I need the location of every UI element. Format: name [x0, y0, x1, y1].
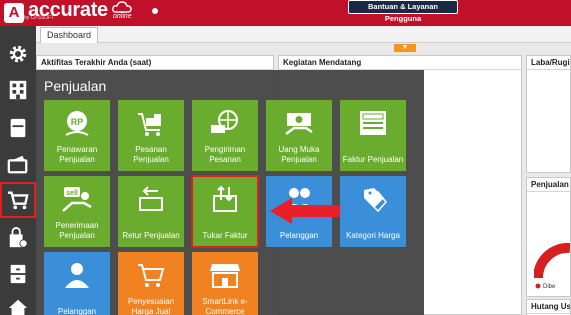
gear-icon — [9, 45, 27, 63]
tile-sales-invoice[interactable]: Faktur Penjualan — [340, 100, 406, 171]
help-support-button[interactable]: Bantuan & Layanan Pengguna — [348, 0, 458, 23]
tab-strip — [36, 26, 571, 43]
brand-edition: online — [113, 13, 132, 20]
app-logo[interactable]: A accurate — [4, 0, 108, 24]
return-icon — [139, 186, 163, 211]
quotation-icon: RP — [65, 111, 89, 136]
panel-receivables-title: Hutang Us — [527, 300, 570, 314]
delivery-globe-icon — [211, 110, 238, 133]
panel-profit-loss-title: Laba/Rugi — [527, 56, 570, 70]
store-icon — [210, 264, 240, 288]
tile-label: Penyesuaian Harga Jual — [127, 297, 175, 315]
sales-invoice-icon — [360, 111, 386, 135]
tile-label: SmartLink e-Commerce — [202, 297, 248, 315]
ledger-book-icon — [10, 118, 26, 138]
tile-label: Tukar Faktur — [202, 231, 248, 240]
panel-receivables: Hutang Us — [526, 299, 571, 315]
tile-label: Pesanan Penjualan — [133, 145, 169, 164]
tile-label: Pelanggan — [279, 231, 319, 240]
svg-text:RP: RP — [71, 117, 84, 127]
top-bar: A accurate by CPSSOFT online Bantuan & L… — [0, 0, 571, 26]
tile-price-category[interactable]: Kategori Harga — [340, 176, 406, 247]
down-payment-icon — [285, 113, 313, 135]
annotation-arrow-icon — [270, 198, 340, 224]
tile-label: Pengiriman Pesanan — [204, 145, 246, 164]
tile-label: Uang Muka Penjualan — [278, 145, 320, 164]
tile-delivery-order[interactable]: Pengiriman Pesanan — [192, 100, 258, 171]
tile-price-adjustment[interactable]: Penyesuaian Harga Jual — [118, 252, 184, 315]
tile-sales-order[interactable]: Pesanan Penjualan — [118, 100, 184, 171]
menu-title: Penjualan — [44, 78, 107, 94]
left-sidebar — [0, 26, 36, 315]
panel-upcoming-title: Kegiatan Mendatang — [279, 56, 521, 70]
sidebar-item-sales[interactable] — [0, 182, 36, 218]
price-tag-icon — [364, 188, 387, 213]
tile-label: Pelanggan — [57, 307, 97, 315]
sales-gauge-chart: Dibe — [534, 242, 570, 290]
tile-sales-return[interactable]: Retur Penjualan — [118, 176, 184, 247]
tile-customer[interactable]: Pelanggan — [44, 252, 110, 315]
brand-sub: by CPSSOFT — [24, 15, 55, 21]
tile-label: Retur Penjualan — [122, 231, 180, 240]
tab-dashboard[interactable]: Dashboard — [40, 27, 99, 43]
svg-text:sell: sell — [66, 190, 78, 197]
tile-sales-receipt[interactable]: sell Penerimaan Penjualan — [44, 176, 110, 247]
tile-invoice-exchange[interactable]: Tukar Faktur — [191, 175, 259, 248]
tile-label: Kategori Harga — [346, 231, 400, 240]
sales-receipt-icon: sell — [62, 187, 92, 212]
sidebar-item-assets[interactable] — [0, 290, 36, 315]
sidebar-item-inventory[interactable] — [0, 256, 36, 292]
cloud-icon — [112, 1, 132, 13]
sidebar-item-company[interactable] — [0, 72, 36, 108]
tile-label: Penerimaan Penjualan — [55, 221, 99, 240]
customer-icon — [65, 263, 89, 288]
notification-dot-icon[interactable] — [152, 8, 158, 14]
app-window: A accurate by CPSSOFT online Bantuan & L… — [0, 0, 571, 315]
tile-sales-down-payment[interactable]: Uang Muka Penjualan — [266, 100, 332, 171]
panel-sales-title: Penjualan — [527, 178, 570, 192]
sidebar-item-purchase[interactable] — [0, 220, 36, 256]
cabinet-icon — [10, 264, 26, 284]
tile-label: Faktur Penjualan — [342, 155, 404, 164]
panel-recent-activity-title: Aktifitas Terakhir Anda (saat) — [37, 56, 273, 70]
accurate-logo-mark-icon: A — [4, 3, 24, 23]
wallet-icon — [7, 155, 28, 174]
sales-menu-overlay: Penjualan RP Penawaran Penjualan Pesanan… — [36, 70, 424, 315]
panel-recent-activity: Aktifitas Terakhir Anda (saat) — [36, 55, 274, 71]
panel-profit-loss: Laba/Rugi — [526, 55, 571, 173]
shopping-bag-icon — [9, 227, 28, 248]
house-icon — [8, 299, 28, 315]
cart-order-icon — [138, 113, 161, 136]
building-icon — [9, 80, 27, 100]
collapse-toggle-button[interactable]: ▼ — [394, 44, 416, 52]
tile-sales-quotation[interactable]: RP Penawaran Penjualan — [44, 100, 110, 171]
gauge-legend-label: Dibe — [543, 284, 556, 290]
price-adjust-icon — [138, 264, 165, 287]
sidebar-item-settings[interactable] — [0, 36, 36, 72]
tile-label: Penawaran Penjualan — [56, 145, 98, 164]
sidebar-item-cash-bank[interactable] — [0, 146, 36, 182]
shopping-cart-icon — [7, 191, 29, 210]
sidebar-item-ledger[interactable] — [0, 110, 36, 146]
invoice-exchange-icon — [213, 185, 237, 212]
tile-smartlink-ecommerce[interactable]: SmartLink e-Commerce — [192, 252, 258, 315]
